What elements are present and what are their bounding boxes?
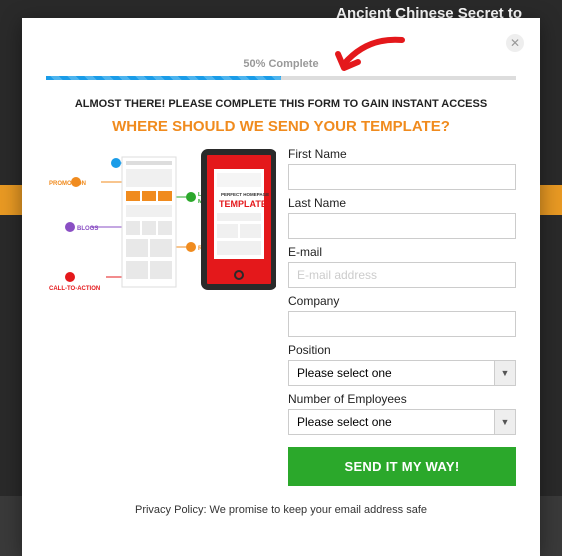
subtitle: ALMOST THERE! PLEASE COMPLETE THIS FORM … xyxy=(46,98,516,110)
employees-select[interactable]: Please select one xyxy=(288,409,516,435)
progress-label: 50% Complete xyxy=(46,58,516,70)
progress-bar xyxy=(46,76,516,80)
first-name-input[interactable] xyxy=(288,164,516,190)
position-select[interactable]: Please select one xyxy=(288,360,516,386)
template-illustration: LOGO PROMOTION LEAD MAGNET BLOGS REVIEWS… xyxy=(46,147,276,486)
arrow-annotation-icon xyxy=(332,32,412,82)
promotion-label: PROMOTION xyxy=(49,181,86,187)
close-icon: ✕ xyxy=(510,36,520,50)
svg-text:PERFECT HOMEPAGE: PERFECT HOMEPAGE xyxy=(221,192,269,197)
form-column: First Name Last Name E-mail Company Posi… xyxy=(288,147,516,486)
email-input[interactable] xyxy=(288,262,516,288)
close-button[interactable]: ✕ xyxy=(506,34,524,52)
last-name-input[interactable] xyxy=(288,213,516,239)
last-name-label: Last Name xyxy=(288,196,516,210)
position-label: Position xyxy=(288,343,516,357)
svg-text:TEMPLATE: TEMPLATE xyxy=(219,199,267,209)
first-name-label: First Name xyxy=(288,147,516,161)
progress-fill xyxy=(46,76,281,80)
lead-form-modal: ✕ 50% Complete ALMOST THERE! PLEASE COMP… xyxy=(22,18,540,556)
company-label: Company xyxy=(288,294,516,308)
blogs-label: BLOGS xyxy=(77,226,98,232)
cta-label: CALL-TO-ACTION xyxy=(49,286,100,292)
privacy-text: Privacy Policy: We promise to keep your … xyxy=(46,504,516,516)
employees-label: Number of Employees xyxy=(288,392,516,406)
email-label: E-mail xyxy=(288,245,516,259)
headline: WHERE SHOULD WE SEND YOUR TEMPLATE? xyxy=(46,118,516,135)
company-input[interactable] xyxy=(288,311,516,337)
submit-button[interactable]: SEND IT MY WAY! xyxy=(288,447,516,486)
